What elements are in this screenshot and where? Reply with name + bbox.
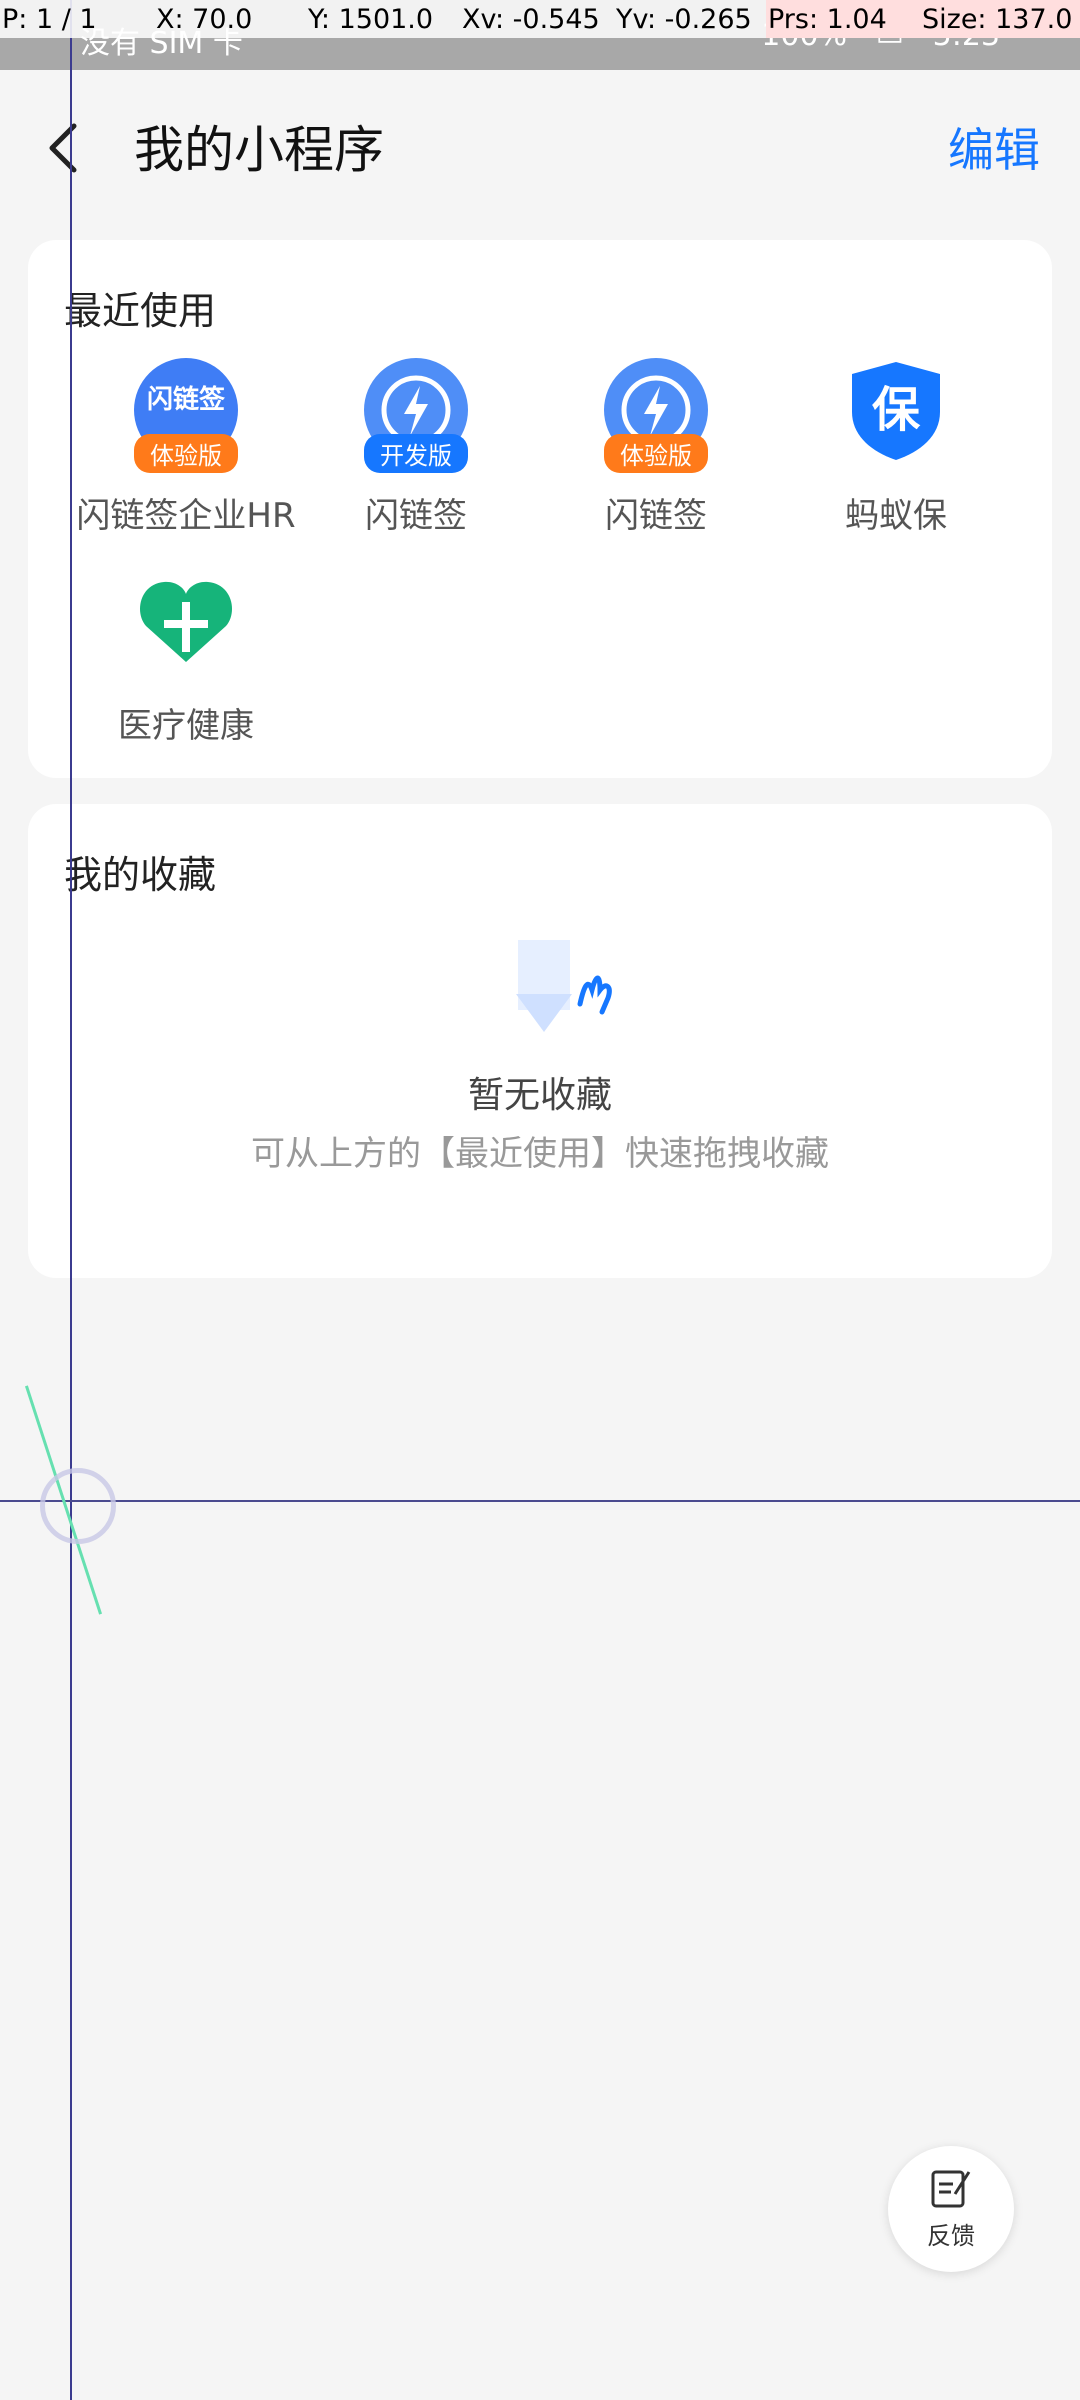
crosshair-vertical [70,0,72,2400]
debug-y: Y: 1501.0 [308,4,434,35]
app-item-shanlianqian-dev[interactable]: 开发版 闪链签 [296,358,536,537]
crosshair-horizontal [0,1500,1080,1502]
recent-card: 最近使用 闪链签 体验版 闪链签企业HR 开发版 闪链签 体验版 闪链签 保 蚂… [28,240,1052,778]
app-label: 闪链签 [365,496,467,536]
feedback-button[interactable]: 反馈 [888,2146,1014,2272]
edit-button[interactable]: 编辑 [948,114,1040,180]
lightning-icon: 开发版 [364,358,468,473]
app-label: 蚂蚁保 [845,496,947,536]
app-item-shanlianqian-trial[interactable]: 体验版 闪链签 [536,358,776,537]
empty-title: 暂无收藏 [467,1075,612,1116]
shield-bao-icon: 保 [844,358,948,462]
shanlianqian-hr-icon-text: 闪链签 [147,384,226,415]
debug-x: X: 70.0 [156,4,253,35]
feedback-label: 反馈 [927,2222,975,2250]
recent-title: 最近使用 [64,289,217,333]
favorites-title: 我的收藏 [64,853,217,897]
debug-pressure: Prs: 1.04 [768,4,887,35]
pointer-debug-bar: P: 1 / 1 X: 70.0 Y: 1501.0 Xv: -0.545 Yv… [0,0,1080,38]
app-item-mayibao[interactable]: 保 蚂蚁保 [776,358,1016,537]
back-arrow-icon[interactable] [36,118,96,178]
edit-note-icon [931,2170,971,2208]
dev-badge: 开发版 [364,434,468,473]
app-label: 闪链签 [605,496,707,536]
app-item-shanlianqian-hr[interactable]: 闪链签 体验版 闪链签企业HR [66,358,306,537]
debug-pointer-count: P: 1 / 1 [2,4,97,35]
debug-yv: Yv: -0.265 [616,4,752,35]
header: 我的小程序 编辑 [0,70,1080,220]
touch-point [40,1468,116,1544]
app-item-health[interactable]: 医疗健康 [66,568,306,747]
trial-badge: 体验版 [134,434,238,473]
empty-description: 可从上方的【最近使用】快速拖拽收藏 [251,1134,829,1174]
debug-xv: Xv: -0.545 [462,4,600,35]
debug-size: Size: 137.0 [922,4,1073,35]
trial-badge: 体验版 [604,434,708,473]
app-label: 医疗健康 [118,706,254,746]
heart-icon [134,568,238,672]
shield-bao-icon-glyph: 保 [872,382,921,438]
app-label: 闪链签企业HR [76,496,296,536]
favorites-card: 我的收藏 暂无收藏 可从上方的【最近使用】快速拖拽收藏 [28,804,1052,1278]
drag-hand-icon [488,934,628,1044]
lightning-icon: 体验版 [604,358,708,473]
page-title: 我的小程序 [134,121,384,179]
shanlianqian-hr-icon: 闪链签 体验版 [134,358,238,473]
